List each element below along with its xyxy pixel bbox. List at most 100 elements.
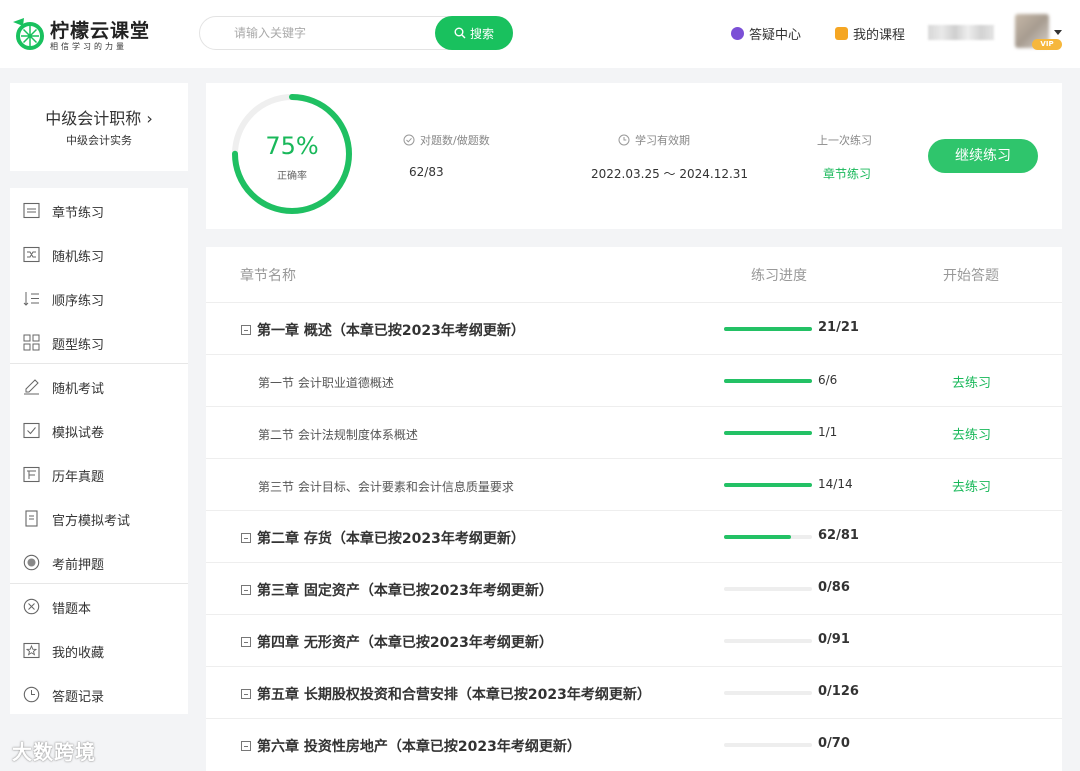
collapse-icon[interactable] bbox=[241, 689, 251, 699]
progress-bar-fill bbox=[724, 483, 812, 487]
progress-bar bbox=[724, 327, 812, 331]
logo-slogan: 相信学习的力量 bbox=[50, 42, 127, 51]
progress-count: 0/126 bbox=[818, 684, 859, 699]
row-title-text: 第六章 投资性房地产（本章已按2023年考纲更新） bbox=[257, 739, 581, 755]
progress-bar bbox=[724, 483, 812, 487]
nav-qa-center[interactable]: 答疑中心 bbox=[731, 24, 801, 43]
chapter-row[interactable]: 第六章 投资性房地产（本章已按2023年考纲更新） 0/70 bbox=[206, 718, 1062, 770]
lemon-logo-icon bbox=[13, 18, 44, 50]
row-title-text: 第四章 无形资产（本章已按2023年考纲更新） bbox=[257, 635, 553, 651]
progress-bar-fill bbox=[724, 535, 792, 539]
continue-practice-button[interactable]: 继续练习 bbox=[928, 139, 1038, 173]
clock-icon bbox=[23, 686, 40, 703]
sidebar-item-label: 错题本 bbox=[52, 602, 92, 617]
chapter-row[interactable]: 第三章 固定资产（本章已按2023年考纲更新） 0/86 bbox=[206, 562, 1062, 614]
nav-qa-label: 答疑中心 bbox=[749, 28, 802, 43]
progress-bar bbox=[724, 639, 812, 643]
go-practice-link[interactable]: 去练习 bbox=[952, 476, 991, 495]
go-practice-link[interactable]: 去练习 bbox=[952, 424, 991, 443]
course-subtitle: 中级会计实务 bbox=[66, 134, 132, 147]
course-title[interactable]: 中级会计职称 › bbox=[10, 105, 188, 129]
header-progress: 练习进度 bbox=[751, 268, 807, 284]
row-title: 第二节 会计法规制度体系概述 bbox=[258, 426, 418, 443]
progress-bar bbox=[724, 379, 812, 383]
sidebar-item-favorites[interactable]: 我的收藏 bbox=[10, 628, 188, 672]
sidebar-item-mistakes[interactable]: 错题本 bbox=[10, 584, 188, 628]
chapter-row[interactable]: 第四章 无形资产（本章已按2023年考纲更新） 0/91 bbox=[206, 614, 1062, 666]
progress-count: 62/81 bbox=[818, 528, 859, 543]
sidebar-item-label: 官方模拟考试 bbox=[52, 514, 131, 529]
section-row[interactable]: 第二节 会计法规制度体系概述 1/1 去练习 bbox=[206, 406, 1062, 458]
watermark: 大数跨境 bbox=[12, 740, 96, 764]
vip-badge: VIP bbox=[1032, 39, 1062, 50]
section-row[interactable]: 第三节 会计目标、会计要素和会计信息质量要求 14/14 去练习 bbox=[206, 458, 1062, 510]
sidebar-item-history[interactable]: 答题记录 bbox=[10, 672, 188, 716]
progress-bar-fill bbox=[724, 379, 812, 383]
nav-my-courses[interactable]: 我的课程 bbox=[835, 24, 905, 43]
collapse-icon[interactable] bbox=[241, 325, 251, 335]
chapter-row[interactable]: 第二章 存货（本章已按2023年考纲更新） 62/81 bbox=[206, 510, 1062, 562]
sidebar-item-label: 随机练习 bbox=[52, 250, 105, 265]
search-box: 搜索 bbox=[199, 16, 513, 50]
search-input[interactable] bbox=[200, 17, 436, 49]
section-row[interactable]: 第一节 会计职业道德概述 6/6 去练习 bbox=[206, 354, 1062, 406]
row-title-text: 第一节 会计职业道德概述 bbox=[258, 376, 394, 390]
logo[interactable]: 柠檬云课堂 相信学习的力量 bbox=[10, 14, 150, 56]
accuracy-label: 正确率 bbox=[277, 171, 307, 182]
sidebar-item-label: 我的收藏 bbox=[52, 646, 105, 661]
chevron-down-icon[interactable] bbox=[1054, 30, 1062, 35]
sidebar-item-mock-paper[interactable]: 模拟试卷 bbox=[10, 408, 188, 452]
chapter-row[interactable]: 第一章 概述（本章已按2023年考纲更新） 21/21 bbox=[206, 302, 1062, 354]
sidebar-item-past-exams[interactable]: 历年真题 bbox=[10, 452, 188, 496]
row-title: 第五章 长期股权投资和合营安排（本章已按2023年考纲更新） bbox=[241, 684, 651, 704]
validity-header: 学习有效期 bbox=[618, 132, 690, 148]
chapter-table: 章节名称 练习进度 开始答题 第一章 概述（本章已按2023年考纲更新） 21/2… bbox=[206, 247, 1062, 771]
sidebar-item-official-mock[interactable]: 官方模拟考试 bbox=[10, 496, 188, 540]
pencil-icon bbox=[24, 379, 39, 395]
sidebar-item-predicted-questions[interactable]: 考前押题 bbox=[10, 540, 188, 584]
collapse-icon[interactable] bbox=[241, 637, 251, 647]
sidebar-item-type-practice[interactable]: 题型练习 bbox=[10, 320, 188, 364]
last-practice-link[interactable]: 章节练习 bbox=[823, 165, 871, 182]
row-title-text: 第二章 存货（本章已按2023年考纲更新） bbox=[257, 531, 525, 547]
sidebar-item-label: 顺序练习 bbox=[52, 294, 105, 309]
validity-value: 2022.03.25 ～ 2024.12.31 bbox=[591, 167, 749, 181]
sidebar-item-random-exam[interactable]: 随机考试 bbox=[10, 364, 188, 408]
progress-bar-fill bbox=[724, 327, 812, 331]
sidebar-item-chapter-practice[interactable]: 章节练习 bbox=[10, 188, 188, 232]
user-name-blurred[interactable] bbox=[928, 25, 994, 40]
sidebar-item-label: 模拟试卷 bbox=[52, 426, 105, 441]
sidebar-item-label: 答题记录 bbox=[52, 690, 105, 705]
collapse-icon[interactable] bbox=[241, 741, 251, 751]
row-title-text: 第二节 会计法规制度体系概述 bbox=[258, 428, 418, 442]
sidebar-item-random-practice[interactable]: 随机练习 bbox=[10, 232, 188, 276]
book-icon bbox=[835, 27, 848, 40]
accuracy-value: 75% bbox=[265, 132, 319, 160]
row-title-text: 第一章 概述（本章已按2023年考纲更新） bbox=[257, 323, 525, 339]
progress-count: 0/86 bbox=[818, 580, 850, 595]
answered-value: 62/83 bbox=[409, 165, 444, 179]
row-title: 第六章 投资性房地产（本章已按2023年考纲更新） bbox=[241, 736, 581, 756]
collapse-icon[interactable] bbox=[241, 585, 251, 595]
search-button[interactable]: 搜索 bbox=[435, 16, 513, 50]
go-practice-link[interactable]: 去练习 bbox=[952, 372, 991, 391]
sidebar-item-label: 考前押题 bbox=[52, 558, 105, 573]
last-practice-header: 上一次练习 bbox=[817, 134, 872, 147]
header-start: 开始答题 bbox=[943, 268, 999, 284]
sidebar-item-sequential-practice[interactable]: 顺序练习 bbox=[10, 276, 188, 320]
chapter-row[interactable]: 第五章 长期股权投资和合营安排（本章已按2023年考纲更新） 0/126 bbox=[206, 666, 1062, 718]
row-title-text: 第三节 会计目标、会计要素和会计信息质量要求 bbox=[258, 480, 514, 494]
search-button-label: 搜索 bbox=[469, 26, 494, 41]
row-title: 第三章 固定资产（本章已按2023年考纲更新） bbox=[241, 580, 553, 600]
collapse-icon[interactable] bbox=[241, 533, 251, 543]
sidebar-item-label: 章节练习 bbox=[52, 206, 105, 221]
checkbox-icon bbox=[23, 422, 40, 439]
logo-text: 柠檬云课堂 bbox=[50, 20, 151, 42]
sidebar-menu: 章节练习 随机练习 顺序练习 题型练习 随机考试 模拟试卷 历年真题 官方模拟考… bbox=[10, 188, 188, 714]
progress-count: 1/1 bbox=[818, 425, 838, 439]
check-circle-icon bbox=[403, 134, 415, 146]
row-title: 第四章 无形资产（本章已按2023年考纲更新） bbox=[241, 632, 553, 652]
nav-courses-label: 我的课程 bbox=[853, 28, 906, 43]
sort-icon bbox=[23, 292, 39, 306]
row-title-text: 第三章 固定资产（本章已按2023年考纲更新） bbox=[257, 583, 553, 599]
